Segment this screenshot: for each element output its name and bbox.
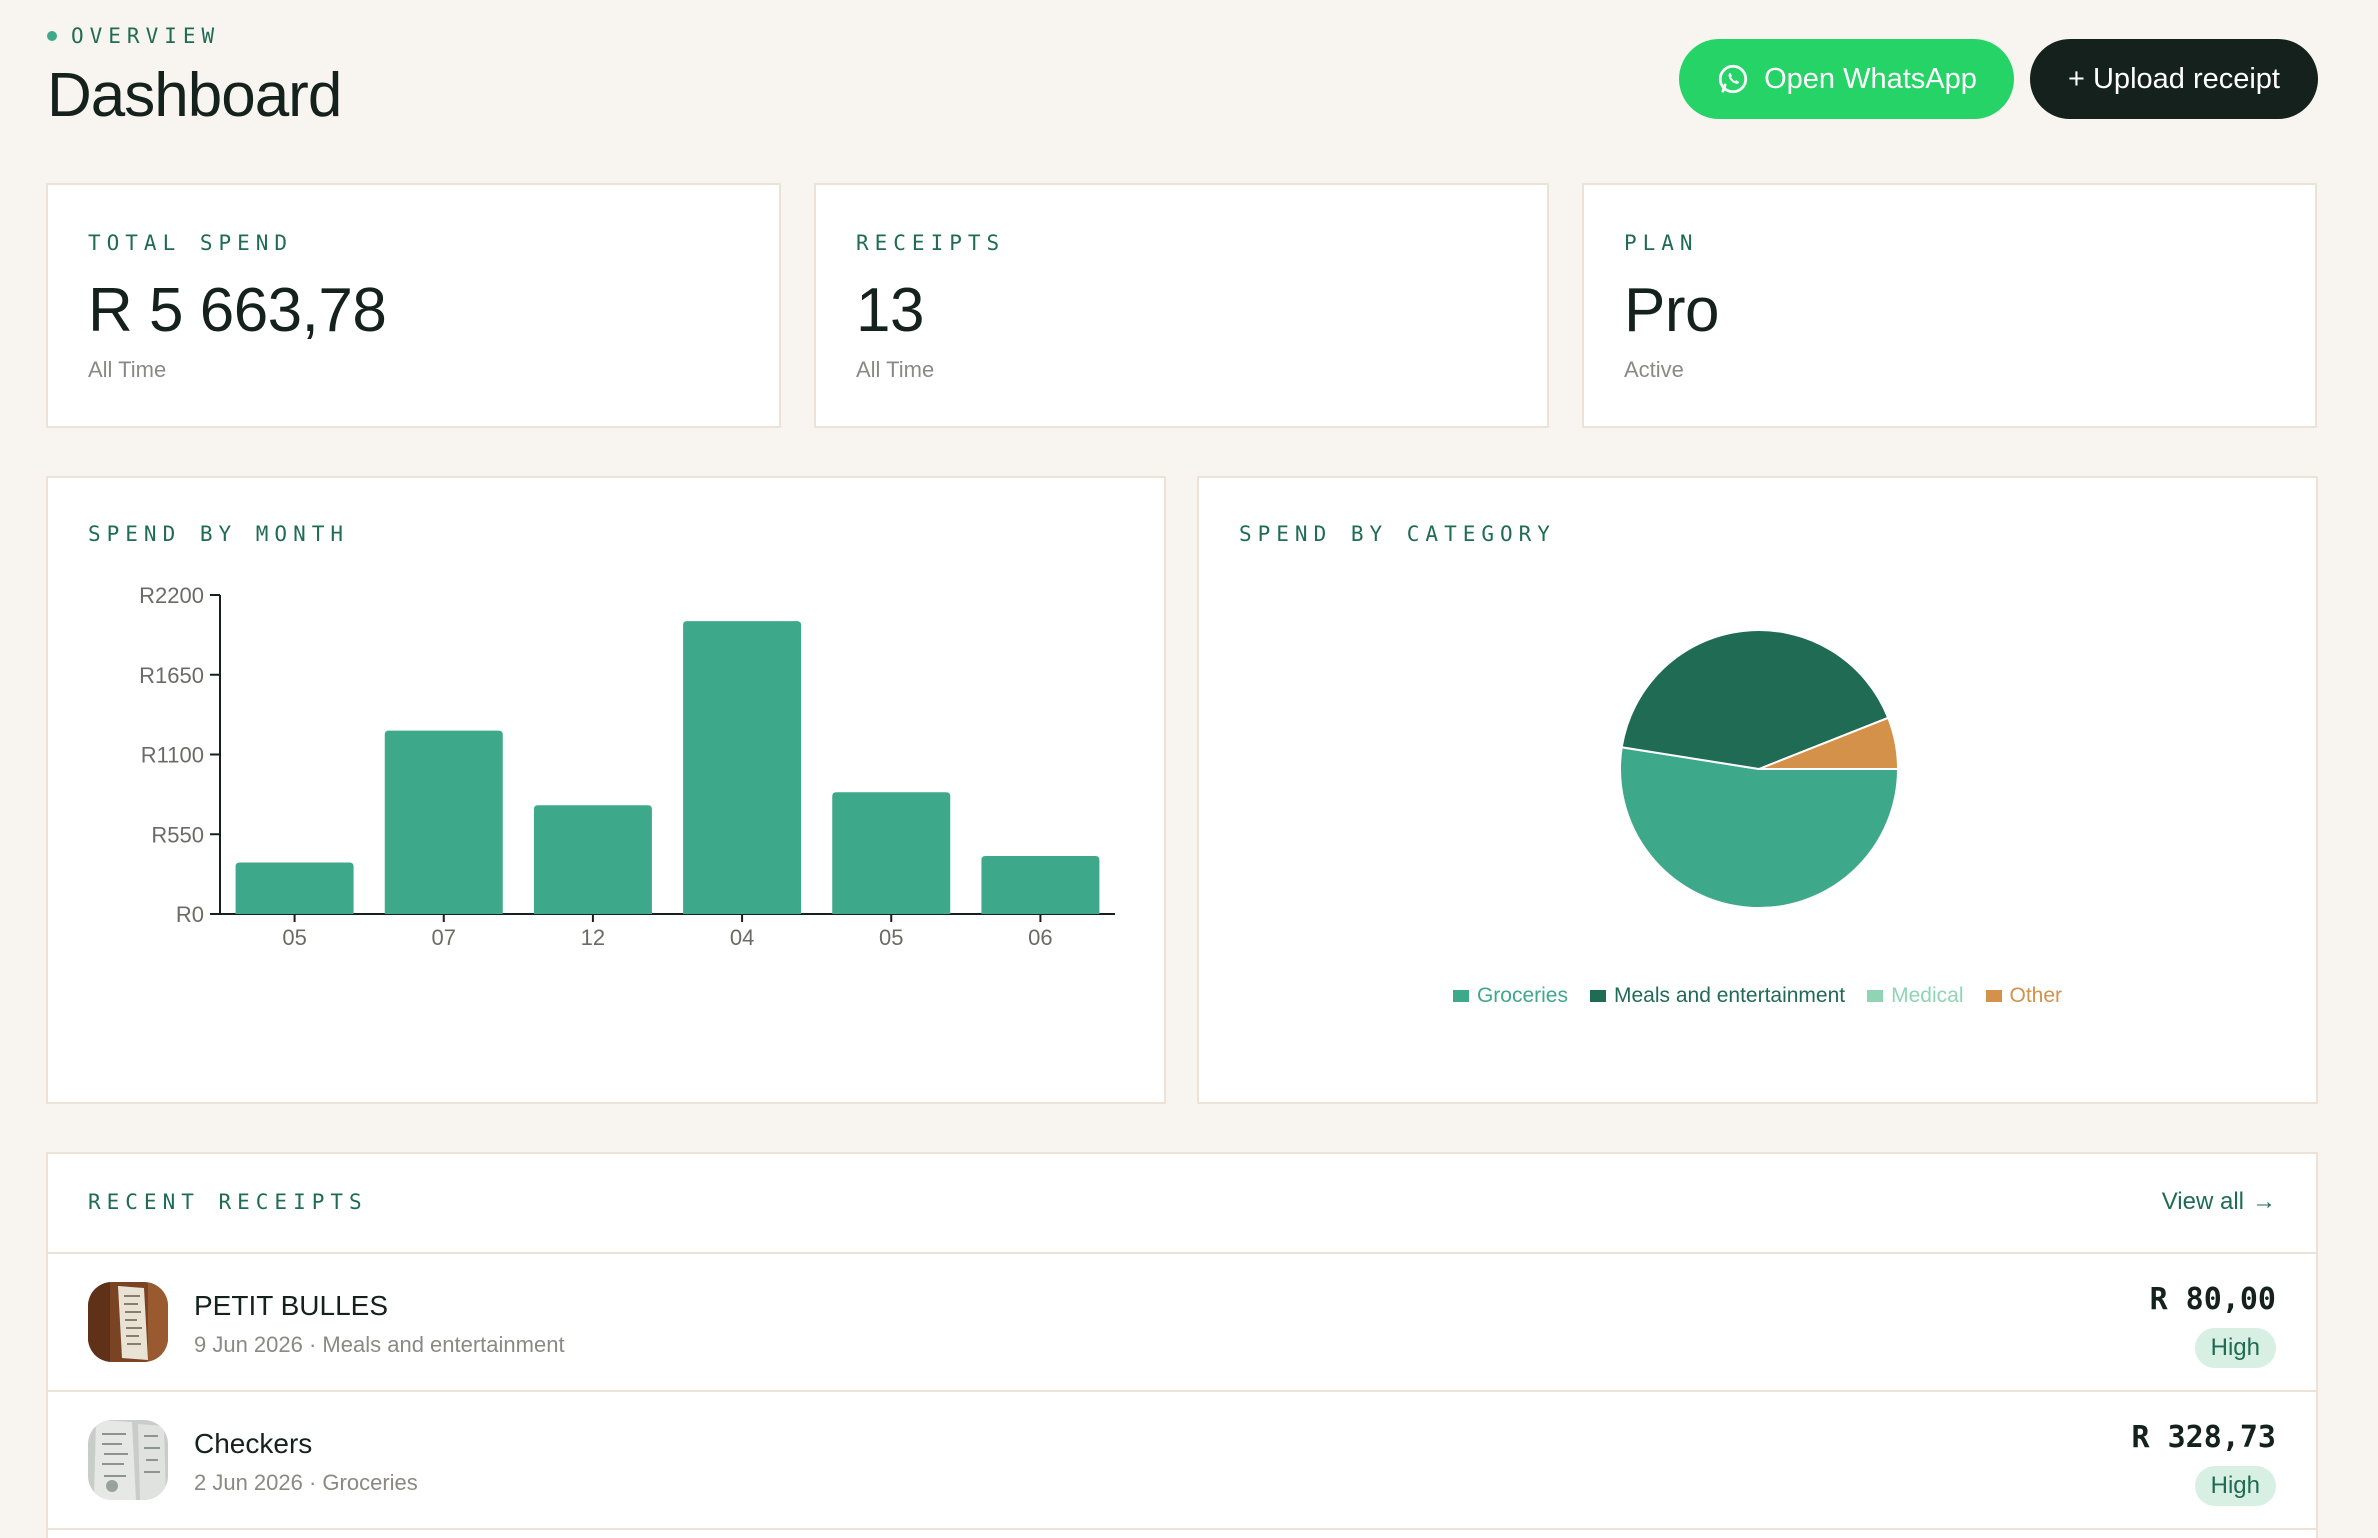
x-tick-label: 12	[581, 925, 605, 950]
x-tick-label: 05	[879, 925, 903, 950]
status-dot-icon	[47, 31, 57, 41]
recent-receipts-label: RECENT RECEIPTS	[88, 1190, 368, 1214]
receipt-thumbnail	[88, 1420, 168, 1500]
legend-item-meals[interactable]: Meals and entertainment	[1589, 984, 1846, 1008]
y-tick-label: R550	[151, 822, 204, 847]
open-whatsapp-label: Open WhatsApp	[1764, 62, 1977, 95]
receipt-thumbnail	[88, 1282, 168, 1362]
spend-by-month-card: SPEND BY MONTH R0 R550 R1100 R1650 R2200 05 07…	[46, 476, 1166, 1104]
stat-label: PLAN	[1624, 231, 1699, 255]
legend-swatch-icon	[1985, 990, 2002, 1002]
x-tick-label: 07	[432, 925, 456, 950]
page-title: Dashboard	[47, 61, 342, 130]
receipt-amount: R 80,00	[2149, 1282, 2276, 1317]
legend-item-groceries[interactable]: Groceries	[1452, 984, 1568, 1008]
receipt-row[interactable]: Checkers 2 Jun 2026 · Groceries R 328,73…	[48, 1392, 2316, 1530]
view-all-link[interactable]: View all →	[2162, 1188, 2276, 1216]
receipt-row[interactable]: PETIT BULLES 9 Jun 2026 · Meals and ente…	[48, 1254, 2316, 1392]
legend-swatch-icon	[1589, 990, 1606, 1002]
legend-swatch-icon	[1867, 990, 1884, 1002]
stat-value: 13	[856, 276, 924, 345]
y-tick-label: R1100	[141, 743, 204, 768]
plan-card: PLAN Pro Active	[1582, 183, 2317, 428]
receipt-meta: 2 Jun 2026 · Groceries	[194, 1470, 418, 1495]
legend-swatch-icon	[1452, 990, 1469, 1002]
category-legend: Groceries Meals and entertainment Medica…	[1197, 984, 2318, 1008]
bar	[981, 856, 1100, 914]
legend-label: Other	[2009, 984, 2063, 1007]
bar	[832, 792, 951, 914]
upload-receipt-label: + Upload receipt	[2068, 62, 2280, 95]
spend-by-category-card: SPEND BY CATEGORY	[1197, 476, 2318, 1104]
eyebrow-label: OVERVIEW	[71, 24, 221, 48]
x-tick-label: 04	[730, 925, 754, 950]
stat-value: R 5 663,78	[88, 276, 387, 345]
receipt-merchant: Checkers	[194, 1428, 313, 1459]
y-tick-label: R0	[176, 902, 204, 927]
bar	[235, 862, 354, 914]
view-all-label: View all	[2161, 1188, 2244, 1215]
y-tick-label: R2200	[139, 583, 204, 608]
stat-label: RECEIPTS	[856, 231, 1006, 255]
legend-item-medical[interactable]: Medical	[1867, 984, 1964, 1008]
receipt-meta: 9 Jun 2026 · Meals and entertainment	[194, 1332, 565, 1357]
whatsapp-icon	[1718, 64, 1748, 94]
bar	[384, 730, 503, 914]
stat-sub: All Time	[88, 357, 167, 382]
upload-receipt-button[interactable]: + Upload receipt	[2030, 39, 2318, 119]
receipt-image-icon	[88, 1282, 168, 1362]
receipt-merchant: PETIT BULLES	[194, 1290, 389, 1321]
recent-receipts-header: RECENT RECEIPTS View all →	[48, 1154, 2316, 1254]
spend-by-month-chart: R0 R550 R1100 R1650 R2200 05 07 12 04 05 06	[139, 583, 1115, 950]
confidence-badge: High	[2194, 1466, 2276, 1506]
y-tick-label: R1650	[139, 663, 204, 688]
legend-item-other[interactable]: Other	[1985, 984, 2063, 1008]
receipt-amount: R 328,73	[2131, 1420, 2277, 1455]
recent-receipts-card: RECENT RECEIPTS View all → PETIT BULLES …	[46, 1152, 2318, 1538]
receipt-image-icon	[88, 1420, 168, 1500]
legend-label: Meals and entertainment	[1613, 984, 1846, 1007]
stat-sub: All Time	[856, 357, 935, 382]
overview-eyebrow: OVERVIEW	[47, 24, 220, 48]
open-whatsapp-button[interactable]: Open WhatsApp	[1679, 39, 2014, 119]
legend-label: Groceries	[1476, 984, 1568, 1007]
stat-label: TOTAL SPEND	[88, 231, 294, 255]
dashboard-page: OVERVIEW Dashboard Open WhatsApp + Uploa…	[0, 0, 2378, 1538]
pie-slice	[1619, 746, 1900, 909]
stat-sub: Active	[1624, 357, 1684, 382]
bar	[533, 805, 652, 914]
confidence-badge: High	[2194, 1328, 2276, 1368]
receipts-card: RECEIPTS 13 All Time	[814, 183, 1549, 428]
x-tick-label: 06	[1028, 925, 1052, 950]
legend-label: Medical	[1891, 984, 1964, 1007]
spend-by-category-chart	[1619, 629, 1900, 909]
total-spend-card: TOTAL SPEND R 5 663,78 All Time	[46, 183, 781, 428]
arrow-right-icon: →	[2252, 1188, 2276, 1215]
x-tick-label: 05	[282, 925, 306, 950]
bar	[683, 621, 802, 914]
stat-value: Pro	[1624, 276, 1719, 345]
